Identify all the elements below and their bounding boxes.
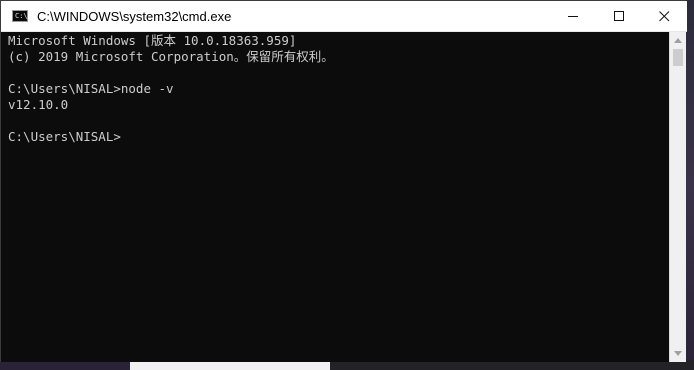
console-line-output: v12.10.0 <box>8 97 69 112</box>
title-bar[interactable]: C:\ C:\WINDOWS\system32\cmd.exe <box>1 1 687 32</box>
console-output[interactable]: Microsoft Windows [版本 10.0.18363.959] (c… <box>1 32 669 362</box>
vertical-scrollbar[interactable] <box>669 32 686 362</box>
maximize-icon <box>613 10 624 21</box>
scrollbar-thumb[interactable] <box>673 49 683 66</box>
console-line-version: Microsoft Windows [版本 10.0.18363.959] <box>8 33 297 48</box>
close-icon <box>658 10 669 21</box>
scroll-up-button[interactable] <box>670 32 686 49</box>
cmd-window: C:\ C:\WINDOWS\system32\cmd.exe Microsof… <box>0 0 687 362</box>
console-line-command: C:\Users\NISAL>node -v <box>8 81 174 96</box>
maximize-button[interactable] <box>596 1 642 31</box>
window-title: C:\WINDOWS\system32\cmd.exe <box>37 9 232 24</box>
close-button[interactable] <box>641 1 687 31</box>
minimize-button[interactable] <box>550 1 596 31</box>
chevron-down-icon <box>674 351 682 356</box>
console-line-copyright: (c) 2019 Microsoft Corporation。保留所有权利。 <box>8 49 334 64</box>
minimize-icon <box>567 15 578 17</box>
console-line-prompt[interactable]: C:\Users\NISAL> <box>8 129 669 145</box>
cmd-icon[interactable]: C:\ <box>12 10 28 22</box>
scroll-down-button[interactable] <box>670 345 686 362</box>
chevron-up-icon <box>674 38 682 43</box>
cmd-icon-glyph: C:\ <box>15 12 28 20</box>
